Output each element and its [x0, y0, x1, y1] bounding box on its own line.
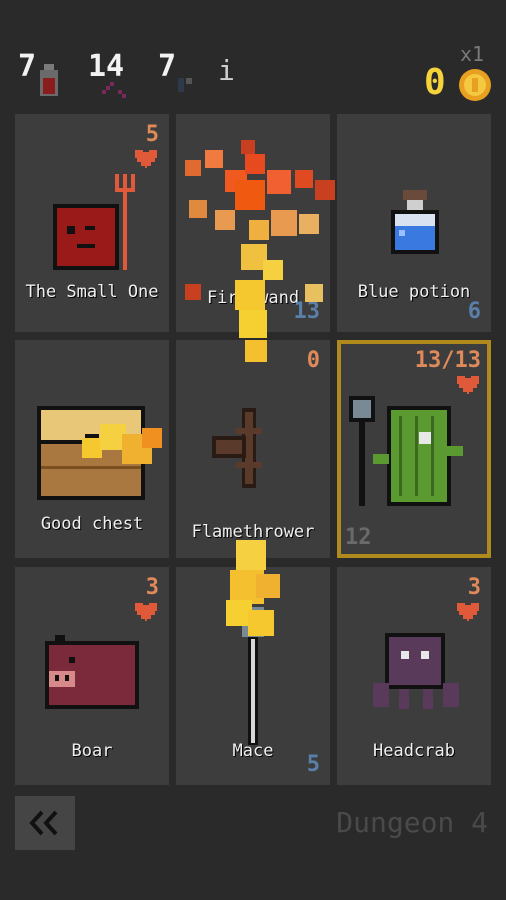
- card-top-number: 13/13: [414, 348, 481, 373]
- card-label: Good chest: [40, 514, 144, 534]
- card-top-number: 5: [145, 122, 159, 147]
- gold-multiplier: x1: [460, 42, 485, 66]
- card-blue-potion[interactable]: Blue potion 6: [337, 114, 491, 332]
- heart-icon: [135, 603, 157, 621]
- card-headcrab[interactable]: 3 Headcrab: [337, 567, 491, 785]
- hud-bar: 7 14 7 i x1 0: [0, 40, 506, 110]
- dungeon-level-label: Dungeon 4: [336, 806, 488, 839]
- heart-icon: [457, 603, 479, 621]
- card-label: The Small One: [25, 282, 159, 302]
- monster-sprite: [53, 174, 135, 270]
- blue-potion-sprite: [391, 190, 439, 254]
- chest-fire-particles: [82, 424, 162, 464]
- potion-icon: [40, 64, 58, 96]
- card-label: Boar: [71, 741, 113, 761]
- mace-fire-particles: [226, 540, 280, 636]
- coin-icon: [459, 69, 491, 101]
- health-value: 7: [18, 49, 37, 84]
- fire-particles: [185, 140, 335, 362]
- boar-sprite: [45, 635, 139, 709]
- double-chevron-left-icon: [29, 810, 58, 836]
- cactus-sprite: [349, 396, 463, 506]
- card-top-number: 3: [145, 575, 159, 600]
- card-cactus-enemy[interactable]: 13/13 12: [337, 340, 491, 558]
- heart-icon: [457, 376, 479, 394]
- sword-icon: [102, 82, 126, 98]
- card-boar[interactable]: 3 Boar: [15, 567, 169, 785]
- info-button[interactable]: i: [218, 54, 235, 87]
- flamethrower-sprite: [212, 408, 262, 488]
- shield-icon: [178, 78, 192, 92]
- card-bottom-number: 5: [306, 752, 320, 777]
- back-button[interactable]: [15, 796, 75, 850]
- card-top-number: 3: [467, 575, 481, 600]
- card-label: Headcrab: [373, 741, 455, 761]
- headcrab-sprite: [373, 633, 459, 709]
- gold-value: 0: [424, 62, 446, 103]
- card-label: Flamethrower: [191, 522, 315, 542]
- card-bottom-number: 12: [345, 525, 372, 550]
- heart-icon: [135, 150, 157, 168]
- card-bottom-number: 6: [467, 299, 481, 324]
- card-the-small-one[interactable]: 5 The Small One: [15, 114, 169, 332]
